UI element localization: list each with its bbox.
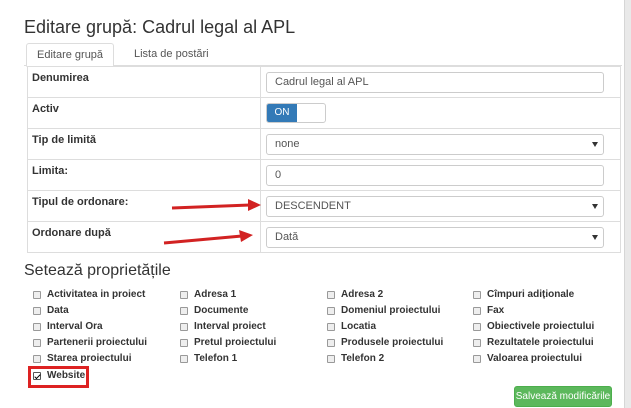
page-title: Editare grupă: Cadrul legal al APL bbox=[24, 17, 296, 37]
property-checkbox[interactable]: Locatia bbox=[327, 321, 376, 332]
property-checkbox[interactable]: Activitatea in proiect bbox=[33, 289, 145, 300]
property-checkbox[interactable]: Fax bbox=[473, 305, 504, 316]
scrollbar-edge bbox=[624, 0, 631, 408]
property-checkbox[interactable]: Adresa 2 bbox=[327, 289, 383, 300]
properties-title: Setează proprietățile bbox=[24, 262, 171, 279]
limit-label: Limita: bbox=[27, 159, 261, 191]
active-label: Activ bbox=[27, 97, 261, 129]
checkbox-icon[interactable] bbox=[473, 306, 481, 315]
form-row-name: Denumirea Cadrul legal al APL bbox=[27, 66, 621, 98]
tab-edit-group[interactable]: Editare grupă bbox=[26, 43, 115, 67]
checkbox-icon[interactable] bbox=[33, 290, 41, 299]
checkbox-icon[interactable] bbox=[473, 338, 481, 347]
annotation-highlight-box bbox=[28, 366, 89, 388]
property-checkbox[interactable]: Domeniul proiectului bbox=[327, 305, 440, 316]
property-checkbox[interactable]: Interval proiect bbox=[180, 321, 266, 332]
red-arrow-icon bbox=[171, 199, 261, 211]
property-checkbox[interactable]: Documente bbox=[180, 305, 248, 316]
name-input[interactable]: Cadrul legal al APL bbox=[266, 72, 604, 93]
property-checkbox[interactable]: Pretul proiectului bbox=[180, 337, 276, 348]
order-by-value: Dată bbox=[275, 231, 299, 243]
checkbox-icon[interactable] bbox=[180, 306, 188, 315]
properties-grid: Activitatea in proiect Adresa 1 Adresa 2… bbox=[33, 287, 623, 381]
property-checkbox[interactable]: Telefon 1 bbox=[180, 353, 237, 364]
form-row-limit: Limita: 0 bbox=[27, 159, 621, 191]
property-checkbox[interactable]: Obiectivele proiectului bbox=[473, 321, 594, 332]
checkbox-icon[interactable] bbox=[33, 306, 41, 315]
checkbox-icon[interactable] bbox=[33, 322, 41, 331]
checkbox-icon[interactable] bbox=[180, 290, 188, 299]
limit-type-select[interactable]: none bbox=[266, 134, 604, 155]
checkbox-icon[interactable] bbox=[33, 354, 41, 363]
toggle-on-label: ON bbox=[267, 104, 297, 122]
red-arrow-icon bbox=[163, 230, 253, 245]
save-button[interactable]: Salvează modificările bbox=[514, 386, 612, 407]
limit-type-label: Tip de limită bbox=[27, 128, 261, 160]
property-checkbox[interactable]: Starea proiectului bbox=[33, 353, 131, 364]
order-by-select[interactable]: Dată bbox=[266, 227, 604, 248]
property-checkbox[interactable]: Interval Ora bbox=[33, 321, 103, 332]
group-form: Denumirea Cadrul legal al APL Activ ON T… bbox=[27, 66, 621, 253]
property-checkbox[interactable]: Produsele proiectului bbox=[327, 337, 443, 348]
form-row-limit-type: Tip de limită none bbox=[27, 128, 621, 160]
checkbox-icon[interactable] bbox=[180, 338, 188, 347]
property-checkbox[interactable]: Partenerii proiectului bbox=[33, 337, 147, 348]
caret-down-icon bbox=[592, 235, 598, 240]
form-row-order-by: Ordonare după Dată bbox=[27, 221, 621, 253]
checkbox-icon[interactable] bbox=[180, 354, 188, 363]
order-type-value: DESCENDENT bbox=[275, 200, 351, 212]
checkbox-icon[interactable] bbox=[327, 290, 335, 299]
checkbox-icon[interactable] bbox=[473, 322, 481, 331]
form-row-active: Activ ON bbox=[27, 97, 621, 129]
form-row-order-type: Tipul de ordonare: DESCENDENT bbox=[27, 190, 621, 222]
property-checkbox[interactable]: Adresa 1 bbox=[180, 289, 236, 300]
checkbox-icon[interactable] bbox=[327, 322, 335, 331]
checkbox-icon[interactable] bbox=[33, 338, 41, 347]
checkbox-icon[interactable] bbox=[327, 338, 335, 347]
property-checkbox[interactable]: Telefon 2 bbox=[327, 353, 384, 364]
order-type-select[interactable]: DESCENDENT bbox=[266, 196, 604, 217]
active-toggle[interactable]: ON bbox=[266, 103, 326, 123]
checkbox-icon[interactable] bbox=[473, 354, 481, 363]
property-checkbox[interactable]: Cîmpuri adiționale bbox=[473, 289, 574, 300]
checkbox-icon[interactable] bbox=[473, 290, 481, 299]
property-checkbox[interactable]: Valoarea proiectului bbox=[473, 353, 582, 364]
property-checkbox[interactable]: Data bbox=[33, 305, 69, 316]
caret-down-icon bbox=[592, 204, 598, 209]
checkbox-icon[interactable] bbox=[327, 354, 335, 363]
checkbox-icon[interactable] bbox=[180, 322, 188, 331]
limit-input[interactable]: 0 bbox=[266, 165, 604, 186]
caret-down-icon bbox=[592, 142, 598, 147]
tab-bar: Editare grupă Lista de postări bbox=[24, 43, 622, 67]
tab-post-list[interactable]: Lista de postări bbox=[124, 43, 219, 67]
limit-type-value: none bbox=[275, 138, 300, 150]
property-checkbox[interactable]: Rezultatele proiectului bbox=[473, 337, 594, 348]
name-label: Denumirea bbox=[27, 66, 261, 98]
checkbox-icon[interactable] bbox=[327, 306, 335, 315]
